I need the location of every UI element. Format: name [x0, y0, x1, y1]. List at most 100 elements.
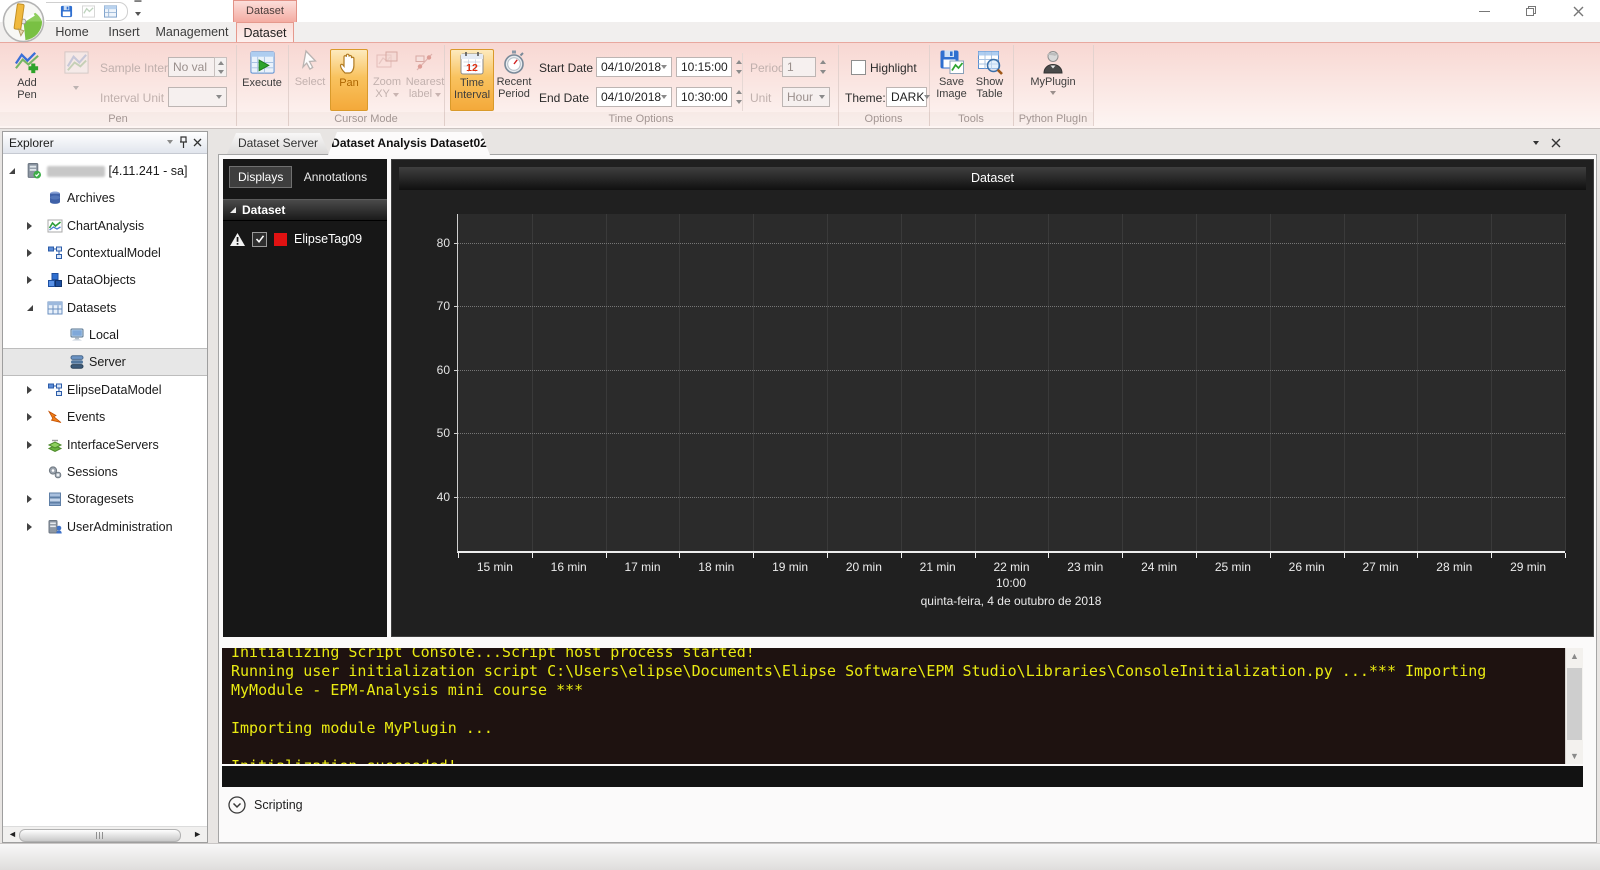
recent-period-button[interactable]: Recent Period — [494, 49, 534, 109]
theme-select[interactable]: DARK — [886, 87, 931, 107]
expander-collapsed-icon[interactable] — [27, 276, 32, 284]
minimize-button[interactable] — [1470, 0, 1498, 22]
tree-item-useradministration[interactable]: UserAdministration — [3, 514, 207, 540]
pen-visibility-checkbox[interactable] — [252, 231, 267, 247]
end-time-spinner[interactable] — [732, 87, 745, 107]
tab-displays[interactable]: Displays — [229, 166, 293, 188]
tab-list-dropdown-icon[interactable] — [1533, 141, 1539, 145]
tab-management[interactable]: Management — [150, 22, 234, 42]
tab-annotations[interactable]: Annotations — [296, 167, 375, 187]
end-time-input[interactable]: 10:30:00 — [676, 87, 732, 107]
tree-item-sessions[interactable]: Sessions — [3, 459, 207, 485]
tree-item-interfaceservers[interactable]: InterfaceServers — [3, 432, 207, 458]
app-logo[interactable] — [2, 0, 45, 43]
qat-save-icon[interactable] — [60, 5, 73, 18]
tree-item-archives[interactable]: Archives — [3, 185, 207, 211]
scroll-up-icon[interactable]: ▲ — [1566, 651, 1583, 661]
y-tick-label: 60 — [436, 362, 450, 377]
expander-expanded-icon[interactable] — [27, 305, 33, 311]
scroll-right-icon[interactable]: ► — [193, 830, 202, 839]
x-tick-label: 25 min — [1214, 560, 1251, 574]
tree-item-dataobjects[interactable]: DataObjects — [3, 267, 207, 293]
tree-item-storagesets[interactable]: Storagesets — [3, 486, 207, 512]
tab-home[interactable]: Home — [46, 22, 98, 42]
explorer-title: Explorer — [9, 136, 54, 150]
expander-collapsed-icon[interactable] — [27, 222, 32, 230]
pen-dropdown-button[interactable] — [56, 49, 96, 109]
execute-button[interactable]: Execute — [240, 49, 284, 109]
pen-row-elipsetag09[interactable]: ElipseTag09 — [223, 227, 387, 251]
ribbon-tab-row: Home Insert Management Dataset — [0, 22, 1600, 42]
horizontal-gridline — [458, 306, 1565, 308]
scroll-left-icon[interactable]: ◄ — [8, 830, 17, 839]
tree-item-contextualmodel[interactable]: ContextualModel — [3, 240, 207, 266]
expander-collapsed-icon[interactable] — [27, 413, 32, 421]
nearest-label-button[interactable]: Nearest label — [406, 49, 444, 109]
add-pen-button[interactable]: Add Pen — [6, 49, 48, 109]
scroll-down-icon[interactable]: ▼ — [1566, 751, 1583, 761]
expander-collapsed-icon[interactable] — [27, 495, 32, 503]
tree-item-local[interactable]: Local — [3, 322, 207, 348]
sample-interval-spinner[interactable] — [214, 57, 227, 77]
explorer-dropdown-icon[interactable] — [167, 140, 173, 144]
console-scrollbar-thumb[interactable] — [1567, 668, 1582, 740]
tree-item-label: ContextualModel — [67, 246, 161, 260]
explorer-close-icon[interactable] — [193, 138, 202, 147]
pan-button[interactable]: Pan — [330, 49, 368, 111]
svg-text:12: 12 — [466, 62, 478, 74]
scrollbar-thumb[interactable] — [19, 829, 181, 842]
qat-more-icon[interactable]: ▔ — [133, 2, 143, 17]
expander-collapsed-icon[interactable] — [27, 441, 32, 449]
tab-insert[interactable]: Insert — [100, 22, 148, 42]
period-input[interactable]: 1 — [782, 57, 816, 77]
myplugin-button[interactable]: MyPlugin — [1021, 49, 1085, 109]
start-time-input[interactable]: 10:15:00 — [676, 57, 732, 77]
dataset-group-header[interactable]: Dataset — [223, 199, 387, 221]
start-date-select[interactable]: 04/10/2018 — [596, 57, 672, 77]
unit-select[interactable]: Hour — [782, 87, 830, 107]
tree-item-events[interactable]: Events — [3, 404, 207, 430]
restore-button[interactable] — [1517, 0, 1545, 22]
expander-collapsed-icon[interactable] — [27, 386, 32, 394]
scripting-expander[interactable]: Scripting — [228, 793, 303, 817]
y-tick-label: 80 — [436, 236, 450, 251]
console-input-bar[interactable] — [222, 766, 1583, 787]
expander-collapsed-icon[interactable] — [27, 523, 32, 531]
start-time-spinner[interactable] — [732, 57, 745, 77]
tab-close-icon[interactable] — [1551, 138, 1561, 148]
select-button[interactable]: Select — [292, 49, 328, 109]
y-tick-mark — [454, 369, 458, 371]
explorer-pin-icon[interactable] — [179, 136, 188, 149]
time-interval-button[interactable]: 12 Time Interval — [450, 49, 494, 111]
tree-item-4-11-241-sa[interactable]: [4.11.241 - sa] — [3, 158, 207, 184]
recent-period-label: Recent Period — [496, 76, 532, 100]
qat-grid-icon[interactable] — [104, 5, 117, 18]
console-vertical-scrollbar[interactable]: ▲ ▼ — [1565, 648, 1583, 764]
x-tick-label: 28 min — [1436, 560, 1473, 574]
expander-collapsed-icon[interactable] — [27, 249, 32, 257]
show-table-button[interactable]: Show Table — [971, 49, 1008, 109]
end-date-select[interactable]: 04/10/2018 — [596, 87, 672, 107]
tree-item-elipsedatamodel[interactable]: ElipseDataModel — [3, 377, 207, 403]
zoom-xy-button[interactable]: Zoom XY — [368, 49, 406, 109]
tree-item-server[interactable]: Server — [3, 348, 207, 376]
expander-expanded-icon[interactable] — [9, 168, 15, 174]
doc-tab-dataset-server[interactable]: Dataset Server — [227, 133, 329, 154]
close-button[interactable] — [1564, 0, 1592, 22]
doc-tab-dataset-analysis[interactable]: Dataset Analysis Dataset02 — [328, 132, 490, 155]
period-spinner[interactable] — [816, 57, 829, 77]
pen-color-swatch[interactable] — [274, 232, 287, 246]
tools-group-label: Tools — [929, 112, 1013, 126]
tab-dataset[interactable]: Dataset — [236, 22, 294, 42]
interval-unit-select[interactable] — [168, 87, 227, 107]
myplugin-label: MyPlugin — [1030, 76, 1076, 88]
explorer-horizontal-scrollbar[interactable]: ◄ ► — [3, 826, 207, 842]
tree-item-datasets[interactable]: Datasets — [3, 295, 207, 321]
save-image-button[interactable]: Save Image — [933, 49, 970, 109]
tree-item-chartanalysis[interactable]: ChartAnalysis — [3, 213, 207, 239]
sample-interval-input[interactable]: No val — [168, 57, 215, 77]
chart-plot-area[interactable]: 40 50 60 70 80 15 min 16 min 17 min 18 min 19 min… — [437, 214, 1566, 574]
highlight-checkbox[interactable] — [851, 60, 866, 75]
qat-chart-icon[interactable] — [82, 5, 95, 18]
user-administration-icon — [47, 519, 63, 535]
